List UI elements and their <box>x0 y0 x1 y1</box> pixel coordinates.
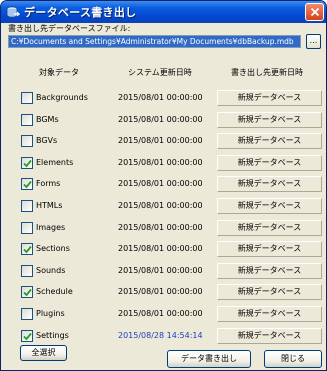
row-checkbox[interactable] <box>21 221 33 234</box>
row-system-date: 2015/08/01 00:00:00 <box>118 201 203 210</box>
destination-file-input[interactable]: C:¥Documents and Settings¥Administrator¥… <box>8 35 301 48</box>
row-checkbox[interactable] <box>21 92 33 104</box>
row-destination-date: 新規データベース <box>217 219 322 236</box>
row-system-date: 2015/08/01 00:00:00 <box>118 93 203 102</box>
table-row: BGVs 2015/08/01 00:00:00 新規データベース <box>1 132 326 152</box>
row-system-date: 2015/08/01 00:00:00 <box>118 114 203 124</box>
close-window-button[interactable] <box>305 3 324 21</box>
export-data-button[interactable]: データ書き出し <box>167 350 251 368</box>
row-name: Sounds <box>36 265 66 275</box>
row-destination-date: 新規データベース <box>217 111 322 128</box>
row-name: HTMLs <box>36 201 63 210</box>
row-destination-date: 新規データベース <box>217 262 322 279</box>
row-name: Elements <box>36 157 74 167</box>
column-header-target: 対象データ <box>39 68 79 77</box>
row-checkbox[interactable] <box>21 178 33 191</box>
row-name: Forms <box>36 179 61 189</box>
column-header-destination-date: 書き出し先更新日時 <box>231 68 303 77</box>
row-destination-date: 新規データベース <box>217 90 322 106</box>
row-checkbox[interactable] <box>21 243 33 256</box>
row-checkbox[interactable] <box>21 286 33 299</box>
row-system-date: 2015/08/01 00:00:00 <box>118 265 203 275</box>
row-checkbox[interactable] <box>21 329 33 342</box>
row-name: BGVs <box>36 136 58 146</box>
table-row: Schedule 2015/08/01 00:00:00 新規データベース <box>1 283 326 303</box>
table-row: Forms 2015/08/01 00:00:00 新規データベース <box>1 175 326 195</box>
checkmark-icon <box>23 289 32 297</box>
row-destination-date: 新規データベース <box>217 284 322 301</box>
row-system-date: 2015/08/01 00:00:00 <box>118 222 203 232</box>
checkmark-icon <box>23 159 32 168</box>
table-row: Backgrounds 2015/08/01 00:00:00 新規データベース <box>1 89 326 109</box>
table-row: Plugins 2015/08/01 00:00:00 新規データベース <box>1 305 326 325</box>
table-row: Images 2015/08/01 00:00:00 新規データベース <box>1 219 326 239</box>
row-destination-date: 新規データベース <box>217 133 322 150</box>
checkmark-icon <box>23 181 32 189</box>
row-checkbox[interactable] <box>21 135 33 148</box>
row-destination-date: 新規データベース <box>217 306 322 322</box>
row-system-date: 2015/08/01 00:00:00 <box>118 157 203 167</box>
table-row: Settings 2015/08/28 14:54:14 新規データベース <box>1 327 326 347</box>
table-row: Sounds 2015/08/01 00:00:00 新規データベース <box>1 262 326 282</box>
destination-file-label: 書き出し先データベースファイル: <box>8 24 131 33</box>
close-button[interactable]: 閉じる <box>264 350 322 368</box>
row-system-date: 2015/08/01 00:00:00 <box>118 179 203 189</box>
row-system-date: 2015/08/01 00:00:00 <box>118 287 203 297</box>
database-export-icon <box>6 5 20 19</box>
row-name: BGMs <box>36 114 59 124</box>
export-database-dialog: データベース書き出し 書き出し先データベースファイル: C:¥Documents… <box>0 0 327 371</box>
row-checkbox[interactable] <box>21 156 33 169</box>
table-row: BGMs 2015/08/01 00:00:00 新規データベース <box>1 111 326 131</box>
row-checkbox[interactable] <box>21 200 33 212</box>
checkmark-icon <box>23 332 32 340</box>
row-system-date: 2015/08/01 00:00:00 <box>118 309 203 318</box>
row-name: Settings <box>36 330 69 340</box>
row-system-date: 2015/08/01 00:00:00 <box>118 244 203 254</box>
close-icon <box>310 7 319 17</box>
row-system-date: 2015/08/01 00:00:00 <box>118 136 203 146</box>
row-destination-date: 新規データベース <box>217 198 322 214</box>
row-destination-date: 新規データベース <box>217 154 322 171</box>
row-checkbox[interactable] <box>21 113 33 126</box>
row-destination-date: 新規データベース <box>217 327 322 344</box>
title-bar[interactable]: データベース書き出し <box>1 1 326 23</box>
row-name: Sections <box>36 244 70 254</box>
table-row: HTMLs 2015/08/01 00:00:00 新規データベース <box>1 197 326 217</box>
select-all-button[interactable]: 全選択 <box>20 345 67 361</box>
row-checkbox[interactable] <box>21 308 33 320</box>
table-row: Elements 2015/08/01 00:00:00 新規データベース <box>1 154 326 174</box>
row-name: Backgrounds <box>36 93 88 102</box>
column-header-system-date: システム更新日時 <box>128 68 192 77</box>
browse-button[interactable]: ... <box>306 34 321 49</box>
window-title: データベース書き出し <box>24 6 137 19</box>
row-destination-date: 新規データベース <box>217 176 322 193</box>
table-row: Sections 2015/08/01 00:00:00 新規データベース <box>1 240 326 260</box>
row-name: Images <box>36 222 66 232</box>
row-name: Plugins <box>36 309 65 318</box>
row-checkbox[interactable] <box>21 264 33 277</box>
row-destination-date: 新規データベース <box>217 241 322 258</box>
checkmark-icon <box>23 246 32 254</box>
row-system-date: 2015/08/28 14:54:14 <box>118 330 203 340</box>
row-name: Schedule <box>36 287 73 297</box>
